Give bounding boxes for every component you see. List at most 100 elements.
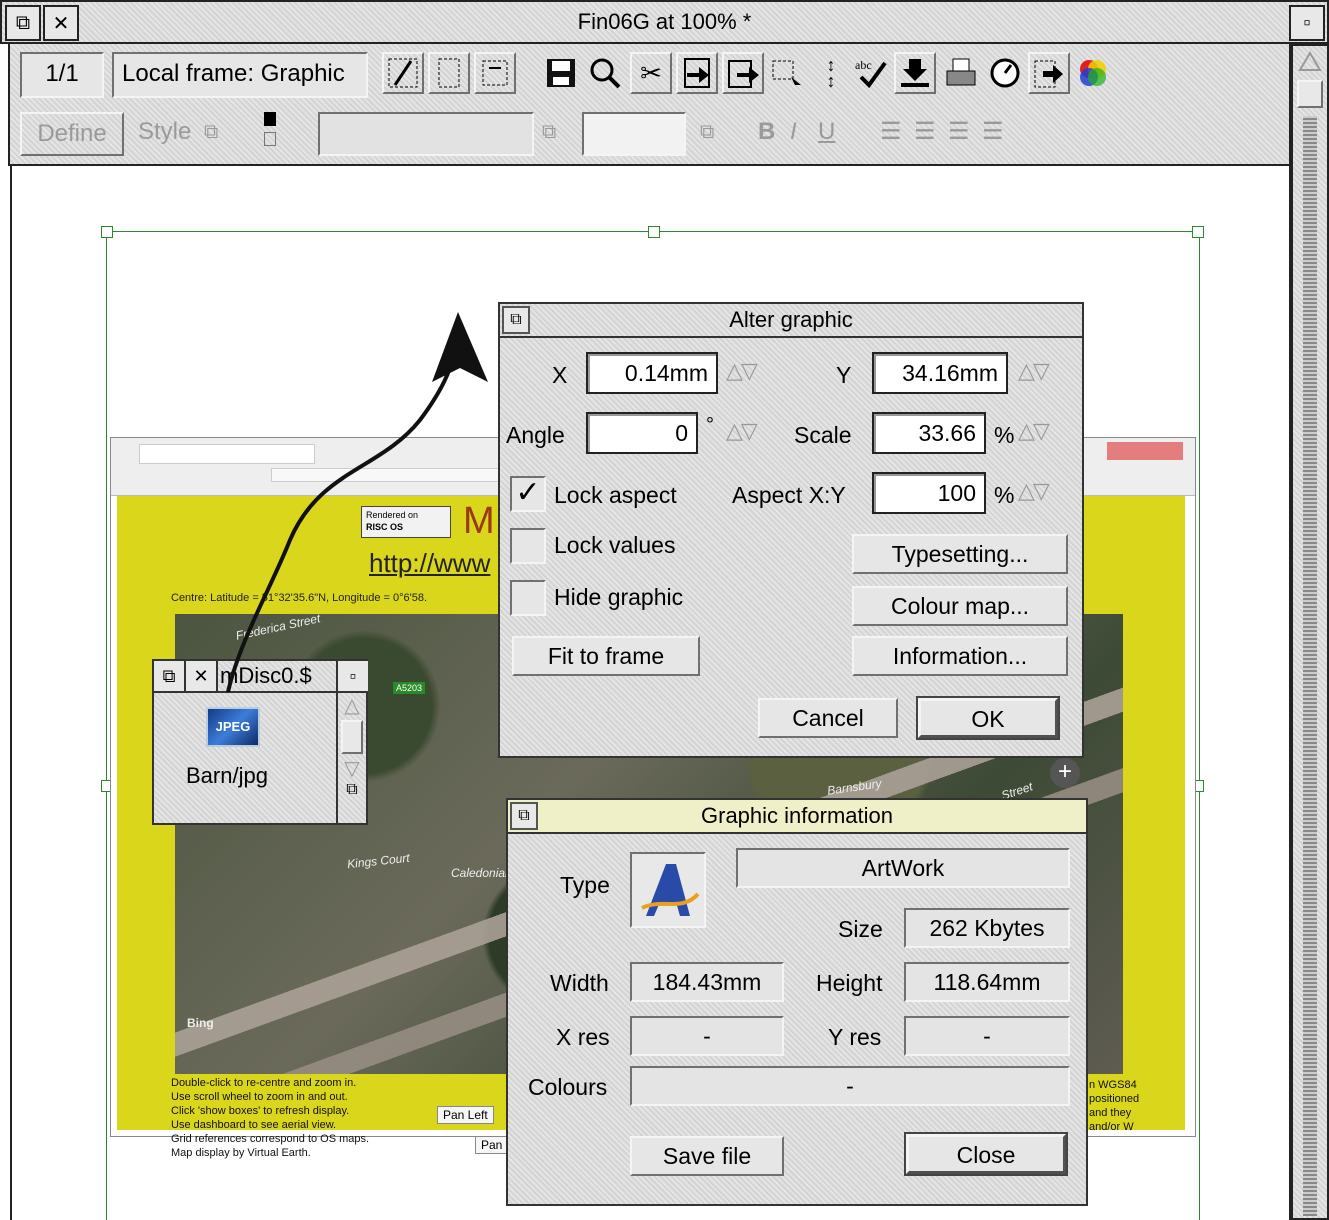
graphic-info-title: Graphic information bbox=[701, 803, 893, 828]
toggle-size-icon[interactable]: ▫ bbox=[336, 661, 368, 691]
style-menu-icon[interactable]: ⧉ bbox=[204, 112, 218, 156]
back-icon[interactable]: ⧉ bbox=[154, 661, 186, 691]
select-icon[interactable] bbox=[766, 52, 808, 94]
jpeg-file-icon[interactable]: JPEG bbox=[206, 707, 260, 747]
lock-values-label: Lock values bbox=[554, 532, 676, 558]
map-label: Barnsbury bbox=[826, 776, 883, 798]
pan-button: Pan bbox=[475, 1136, 509, 1154]
paste-icon[interactable] bbox=[676, 52, 718, 94]
information-button[interactable]: Information... bbox=[852, 636, 1068, 676]
artwork-file-icon bbox=[630, 852, 706, 928]
scroll-thumb[interactable] bbox=[341, 720, 363, 754]
justify-icon[interactable]: ☰ bbox=[982, 112, 1004, 156]
aspect-field[interactable]: 100 bbox=[872, 472, 986, 514]
frame-handle-tr[interactable] bbox=[1192, 226, 1204, 238]
scroll-up-icon[interactable] bbox=[1297, 50, 1323, 76]
scroll-thumb[interactable] bbox=[1297, 80, 1323, 108]
angle-label: Angle bbox=[506, 422, 565, 448]
cut-icon[interactable]: ✂ bbox=[630, 52, 672, 94]
resize-icon[interactable]: ⧉ bbox=[338, 781, 366, 799]
back-icon[interactable]: ⧉ bbox=[502, 306, 530, 334]
alter-graphic-dialog[interactable]: ⧉ Alter graphic X 0.14mm △▽ Y 34.16mm △▽… bbox=[498, 302, 1084, 758]
clock-icon[interactable] bbox=[984, 52, 1026, 94]
copy-icon[interactable] bbox=[722, 52, 764, 94]
note-line: and they bbox=[1089, 1107, 1132, 1119]
note-line: positioned bbox=[1089, 1093, 1140, 1105]
risc-badge-top: Rendered on bbox=[366, 510, 419, 520]
spell-check-icon[interactable]: abc bbox=[850, 52, 892, 94]
lock-aspect-checkbox[interactable]: ✓ bbox=[510, 476, 546, 512]
text-frame-icon[interactable] bbox=[428, 52, 470, 94]
width-value: 184.43mm bbox=[630, 962, 784, 1002]
frame-handle-tl[interactable] bbox=[101, 226, 113, 238]
font-name-field[interactable] bbox=[318, 112, 534, 156]
file-name[interactable]: Barn/jpg bbox=[186, 763, 268, 789]
size-menu-icon[interactable]: ⧉ bbox=[700, 112, 714, 156]
angle-field[interactable]: 0 bbox=[586, 412, 698, 454]
underline-button[interactable]: U bbox=[818, 112, 835, 156]
save-file-button[interactable]: Save file bbox=[630, 1136, 784, 1176]
y-label: Y bbox=[836, 362, 852, 388]
type-value: ArtWork bbox=[736, 848, 1070, 888]
colour-icon[interactable] bbox=[1072, 52, 1114, 94]
filer-title: mDisc0.$ bbox=[220, 663, 312, 688]
browser-tab bbox=[139, 444, 315, 464]
note-line: Double-click to re-centre and zoom in. bbox=[171, 1077, 357, 1089]
x-field[interactable]: 0.14mm bbox=[586, 352, 718, 394]
width-label: Width bbox=[550, 970, 609, 996]
colours-label: Colours bbox=[528, 1074, 608, 1100]
graphic-information-dialog[interactable]: ⧉ Graphic information Type ArtWork Size … bbox=[506, 798, 1088, 1206]
frame-handle-top[interactable] bbox=[648, 226, 660, 238]
percent-unit: % bbox=[994, 482, 1015, 508]
aspect-stepper-icon[interactable]: △▽ bbox=[1018, 478, 1050, 504]
cancel-button[interactable]: Cancel bbox=[758, 698, 898, 738]
align-right-icon[interactable]: ☰ bbox=[948, 112, 970, 156]
font-size-field[interactable] bbox=[582, 112, 686, 156]
back-icon[interactable]: ⧉ bbox=[510, 802, 538, 830]
italic-button[interactable]: I bbox=[790, 112, 797, 156]
align-left-icon[interactable]: ☰ bbox=[880, 112, 902, 156]
import-icon[interactable] bbox=[894, 52, 936, 94]
vertical-scrollbar[interactable] bbox=[1291, 44, 1329, 1220]
hide-graphic-label: Hide graphic bbox=[554, 584, 684, 610]
angle-stepper-icon[interactable]: △▽ bbox=[726, 418, 758, 444]
close-icon[interactable]: ✕ bbox=[186, 661, 218, 691]
print-icon[interactable] bbox=[940, 52, 982, 94]
filer-window[interactable]: ⧉ ✕ mDisc0.$ ▫ △ ▽ ⧉ JPEG Barn/jpg bbox=[152, 659, 368, 825]
close-button[interactable]: Close bbox=[904, 1132, 1068, 1176]
ok-button[interactable]: OK bbox=[916, 696, 1060, 740]
font-menu-icon[interactable]: ⧉ bbox=[542, 112, 556, 156]
align-centre-icon[interactable]: ☰ bbox=[914, 112, 936, 156]
export-icon[interactable] bbox=[1028, 52, 1070, 94]
toolbar: 1/1 Local frame: Graphic ✂ ↕ ↕ abc Defin… bbox=[8, 44, 1291, 166]
filer-scrollbar[interactable]: △ ▽ ⧉ bbox=[336, 693, 366, 823]
toggle-size-icon[interactable]: ▫ bbox=[1289, 5, 1325, 41]
link-frame-icon[interactable] bbox=[382, 52, 424, 94]
typesetting-button[interactable]: Typesetting... bbox=[852, 534, 1068, 574]
note-line: Map display by Virtual Earth. bbox=[171, 1147, 311, 1159]
colour-map-button[interactable]: Colour map... bbox=[852, 586, 1068, 626]
lock-values-checkbox[interactable] bbox=[510, 528, 546, 564]
graphic-frame-icon[interactable] bbox=[474, 52, 516, 94]
y-stepper-icon[interactable]: △▽ bbox=[1018, 358, 1050, 384]
hide-graphic-checkbox[interactable] bbox=[510, 580, 546, 616]
save-icon[interactable] bbox=[540, 52, 582, 94]
y-field[interactable]: 34.16mm bbox=[872, 352, 1008, 394]
alter-graphic-title-bar[interactable]: ⧉ Alter graphic bbox=[500, 304, 1082, 338]
bold-button[interactable]: B bbox=[758, 112, 775, 156]
scale-stepper-icon[interactable]: △▽ bbox=[1018, 418, 1050, 444]
define-button[interactable]: Define bbox=[20, 112, 124, 156]
graphic-info-title-bar[interactable]: ⧉ Graphic information bbox=[508, 800, 1086, 834]
scroll-up-icon[interactable]: △ bbox=[338, 693, 366, 718]
toggle-icon[interactable] bbox=[262, 110, 280, 150]
magnifier-icon[interactable] bbox=[584, 52, 626, 94]
type-label: Type bbox=[560, 872, 610, 898]
fit-to-frame-button[interactable]: Fit to frame bbox=[512, 636, 700, 676]
x-stepper-icon[interactable]: △▽ bbox=[726, 358, 758, 384]
scale-field[interactable]: 33.66 bbox=[872, 412, 986, 454]
window-title-bar[interactable]: ⧉ ✕ Fin06G at 100% * ▫ bbox=[0, 0, 1329, 44]
scroll-track[interactable] bbox=[1303, 116, 1317, 1216]
scroll-down-icon[interactable]: ▽ bbox=[338, 756, 366, 781]
filer-title-bar[interactable]: ⧉ ✕ mDisc0.$ ▫ bbox=[154, 661, 368, 693]
line-spacing-icon[interactable]: ↕ ↕ bbox=[810, 52, 852, 94]
